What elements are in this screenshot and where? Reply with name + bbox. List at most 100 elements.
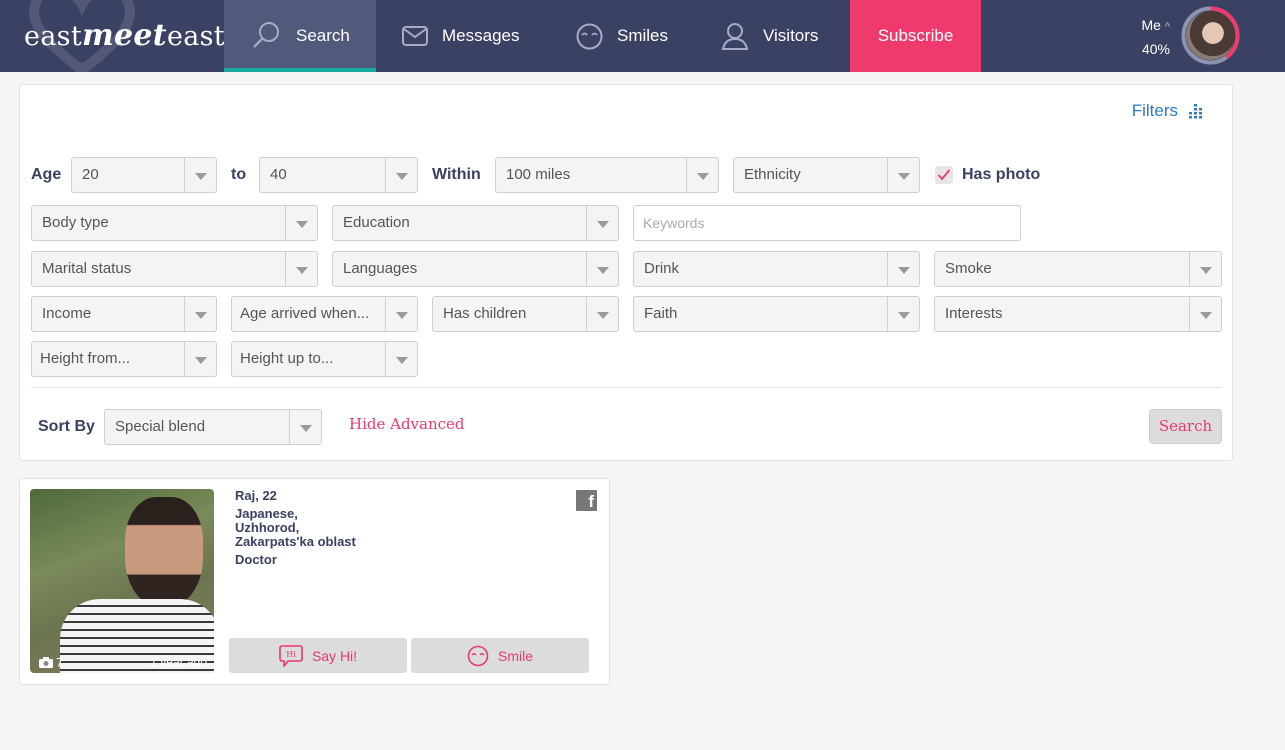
has-photo-label[interactable]: Has photo [962,157,1040,193]
nav-tab-messages-label: Messages [442,26,520,45]
interests-select[interactable]: Interests [934,296,1222,332]
nav-tab-smiles-label: Smiles [617,26,669,45]
equalizer-icon [1189,103,1202,118]
marital-status-select[interactable]: Marital status [31,251,318,287]
nav-tab-search-label: Search [296,26,350,45]
logo-text-meet: meet [81,18,167,53]
languages-value: Languages [343,260,418,277]
avatar[interactable] [1181,6,1240,65]
sort-by-value: Special blend [115,418,206,435]
has-children-select[interactable]: Has children [432,296,619,332]
nav-tab-messages[interactable]: Messages [402,0,519,72]
me-menu[interactable]: Me ^ 40% [1120,14,1170,60]
profile-city: Uzhhorod, [235,520,300,535]
age-to-value: 40 [270,166,287,183]
faith-select[interactable]: Faith [633,296,920,332]
marital-status-value: Marital status [42,260,132,277]
chevron-down-icon [887,252,919,286]
height-from-select[interactable]: Height from... [31,341,217,377]
photo-subject [125,497,203,607]
filters-link[interactable]: Filters [1132,101,1204,121]
chevron-down-icon [385,342,417,376]
has-children-value: Has children [443,305,527,322]
education-value: Education [343,214,410,231]
languages-select[interactable]: Languages [332,251,619,287]
income-select[interactable]: Income [31,296,217,332]
divider [31,387,1222,388]
logo-text-east: east [24,21,82,52]
chevron-down-icon [184,297,216,331]
me-label: Me [1141,17,1161,33]
height-to-value: Height up to... [240,350,334,367]
chevron-down-icon [586,252,618,286]
photo-count-value: 7 [56,655,64,670]
smoke-value: Smoke [945,260,992,277]
say-hi-button[interactable]: Hi Say Hi! [229,638,407,673]
smoke-select[interactable]: Smoke [934,251,1222,287]
caret-up-icon: ^ [1164,21,1170,33]
subscribe-button[interactable]: Subscribe [850,0,981,72]
chevron-down-icon [184,342,216,376]
age-to-select[interactable]: 40 [259,157,418,193]
education-select[interactable]: Education [332,205,619,241]
speech-bubble-hi-icon: Hi [279,644,303,667]
camera-icon [39,657,53,668]
active-tab-underline [224,68,376,72]
body-type-select[interactable]: Body type [31,205,318,241]
has-photo-checkbox[interactable] [935,166,953,184]
nav-tab-visitors[interactable]: Visitors [721,0,818,72]
subscribe-label: Subscribe [877,26,954,45]
search-button[interactable]: Search [1149,409,1222,444]
drink-select[interactable]: Drink [633,251,920,287]
last-active: 1 year ago [150,655,207,669]
income-value: Income [42,305,92,322]
ethnicity-select[interactable]: Ethnicity [733,157,920,193]
checkmark-icon [937,169,951,181]
age-arrived-select[interactable]: Age arrived when... [231,296,418,332]
user-icon [721,23,749,50]
facebook-icon: f [576,490,597,511]
chevron-down-icon [686,158,718,192]
logo-text-east-2: east [166,21,225,52]
age-label: Age [31,166,62,183]
chevron-down-icon [586,206,618,240]
profile-ethnicity: Japanese, [235,506,298,521]
profile-region: Zakarpats'ka oblast [235,534,356,549]
within-label: Within [432,166,481,183]
hi-badge-text: Hi [286,650,296,659]
chevron-down-icon [887,158,919,192]
chevron-down-icon [289,410,321,444]
profile-photo[interactable]: 7 1 year ago [30,489,214,673]
smile-icon [576,23,603,49]
to-label: to [231,166,247,183]
hide-advanced-link[interactable]: Hide Advanced [349,415,465,433]
height-to-select[interactable]: Height up to... [231,341,418,377]
ethnicity-value: Ethnicity [744,166,801,183]
profile-name-age[interactable]: Raj, 22 [235,489,356,503]
profile-occupation: Doctor [235,552,277,567]
smile-button[interactable]: Smile [411,638,589,673]
chevron-down-icon [1189,297,1221,331]
photo-count: 7 [39,655,63,670]
age-arrived-value: Age arrived when... [240,305,370,322]
keywords-input[interactable] [633,205,1021,241]
profile-card[interactable]: 7 1 year ago Raj, 22 Japanese, Uzhhorod,… [19,478,610,685]
chevron-down-icon [184,158,216,192]
say-hi-label: Say Hi! [311,647,358,664]
nav-tab-smiles[interactable]: Smiles [576,0,668,72]
smile-icon [467,645,489,666]
nav-tab-visitors-label: Visitors [763,26,819,45]
envelope-icon [402,26,428,46]
sort-by-select[interactable]: Special blend [104,409,322,445]
drink-value: Drink [644,260,680,277]
distance-value: 100 miles [506,166,571,183]
nav-tab-search[interactable]: Search [224,0,376,72]
interests-value: Interests [945,305,1003,322]
search-filter-panel: Filters Age 20 to 40 Within 100 miles Et… [19,84,1233,461]
chevron-down-icon [385,158,417,192]
distance-select[interactable]: 100 miles [495,157,719,193]
profile-info: Raj, 22 Japanese, Uzhhorod, Zakarpats'ka… [235,489,356,567]
logo[interactable]: eastmeeteast [24,14,225,58]
chevron-down-icon [285,252,317,286]
age-from-select[interactable]: 20 [71,157,217,193]
